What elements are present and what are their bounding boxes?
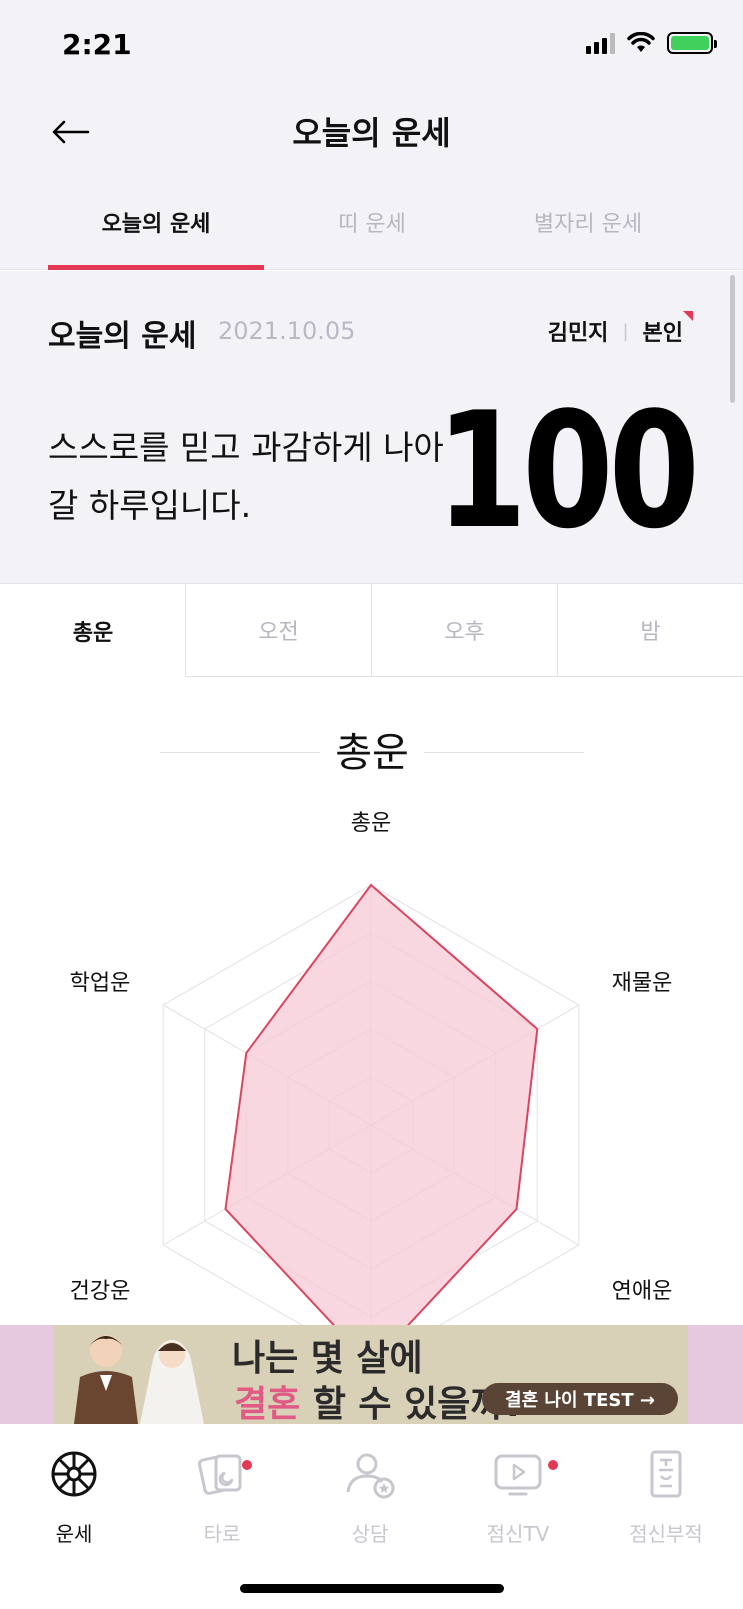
status-bar: 2:21 — [0, 0, 743, 90]
user-name: 김민지 — [547, 321, 609, 346]
nav-label-tarot: 타로 — [203, 1522, 241, 1546]
active-tab-indicator — [48, 265, 264, 270]
fortune-score: 100 — [435, 377, 700, 564]
ad-banner[interactable]: 나는 몇 살에 결혼 할 수 있을까? 결혼 나이 TEST → — [0, 1325, 743, 1424]
radar-title-wrap: 총운 — [160, 720, 584, 780]
talisman-icon — [650, 1450, 682, 1498]
cellular-signal-icon — [586, 32, 615, 54]
radar-title: 총운 — [335, 730, 409, 776]
nav-label-fortune: 운세 — [55, 1522, 93, 1546]
scrollbar[interactable] — [730, 275, 735, 403]
tab-zodiac-animal-fortune[interactable]: 띠 운세 — [264, 206, 480, 238]
nav-item-fortune[interactable]: 운세 — [0, 1446, 148, 1547]
nav-label-tv: 점신TV — [486, 1522, 550, 1546]
fortune-wheel-icon — [51, 1451, 97, 1497]
status-time: 2:21 — [62, 28, 132, 61]
relation-label: 본인 — [642, 321, 683, 346]
status-icons — [586, 32, 717, 54]
tarot-notification-badge — [242, 1460, 252, 1470]
radar-axis-label-study: 학업운 — [70, 971, 131, 996]
tv-notification-badge — [548, 1460, 558, 1470]
home-indicator — [240, 1584, 504, 1593]
nav-item-tarot[interactable]: 타로 — [148, 1446, 296, 1547]
tab-today-fortune[interactable]: 오늘의 운세 — [48, 206, 264, 238]
summary-title: 오늘의 운세 — [48, 319, 197, 354]
radar-value-shape — [224, 883, 539, 1325]
consult-person-icon — [346, 1453, 395, 1499]
tab-overall[interactable]: 총운 — [0, 583, 186, 677]
tab-afternoon[interactable]: 오후 — [371, 583, 557, 677]
ad-banner-content[interactable]: 나는 몇 살에 결혼 할 수 있을까? 결혼 나이 TEST → — [54, 1325, 688, 1424]
banner-headline: 나는 몇 살에 — [232, 1338, 423, 1379]
nav-item-tv[interactable]: 점신TV — [444, 1446, 592, 1547]
page-title: 오늘의 운세 — [292, 114, 451, 152]
time-tabs: 총운 오전 오후 밤 — [0, 583, 743, 677]
fortune-message: 스스로를 믿고 과감하게 나아갈 하루입니다. — [48, 428, 444, 525]
radar-chart: 총운 재물운 연애운 건강운 학업운 — [70, 811, 673, 1325]
tv-play-icon — [494, 1454, 542, 1496]
app-header: 오늘의 운세 — [0, 90, 743, 170]
tab-constellation-fortune[interactable]: 별자리 운세 — [480, 206, 696, 238]
tarot-cards-icon — [197, 1454, 242, 1495]
banner-highlight: 결혼 — [234, 1384, 301, 1424]
fortune-summary: 오늘의 운세 2021.10.05 김민지 | 본인 스스로를 믿고 과감하게 … — [0, 271, 743, 583]
separator: | — [622, 320, 629, 342]
radar-axis-label-health: 건강운 — [70, 1279, 131, 1304]
tab-morning[interactable]: 오전 — [185, 583, 371, 677]
fortune-tabs: 오늘의 운세 띠 운세 별자리 운세 — [0, 170, 743, 270]
nav-label-consult: 상담 — [351, 1522, 389, 1546]
wifi-icon — [627, 32, 655, 52]
radar-axis-label-wealth: 재물운 — [612, 971, 673, 996]
banner-subheadline: 결혼 할 수 있을까? — [234, 1375, 524, 1424]
tab-night[interactable]: 밤 — [557, 583, 743, 677]
battery-icon — [667, 32, 717, 54]
radar-axis-label-overall: 총운 — [351, 811, 391, 836]
radar-axis-label-love: 연애운 — [612, 1279, 673, 1304]
bottom-nav: 운세 타로 상담 점신TV 점신부적 — [0, 1424, 743, 1609]
nav-label-talisman: 점신부적 — [629, 1522, 703, 1546]
wedding-couple-illustration — [74, 1335, 204, 1424]
nav-item-talisman[interactable]: 점신부적 — [592, 1446, 740, 1547]
profile-selector[interactable]: 김민지 | 본인 — [548, 315, 683, 347]
nav-item-consult[interactable]: 상담 — [296, 1446, 444, 1547]
dropdown-corner-icon — [683, 311, 693, 321]
banner-cta-button[interactable]: 결혼 나이 TEST → — [482, 1383, 678, 1415]
summary-date: 2021.10.05 — [218, 317, 356, 345]
